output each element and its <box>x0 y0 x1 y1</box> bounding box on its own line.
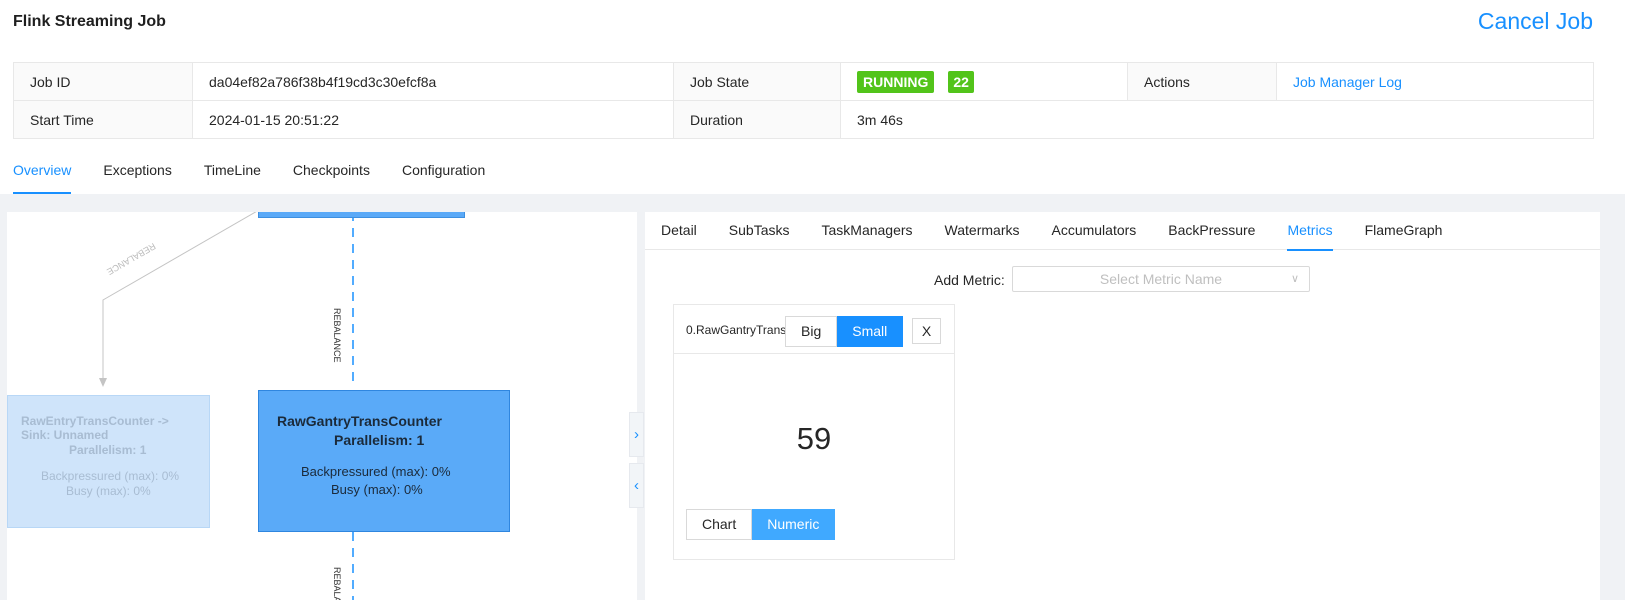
actions-label: Actions <box>1127 62 1277 101</box>
tab-watermarks[interactable]: Watermarks <box>945 212 1020 250</box>
vertex-tabs: Detail SubTasks TaskManagers Watermarks … <box>645 212 1600 251</box>
node-busy: Busy (max): 0% <box>66 484 151 498</box>
job-title: Flink Streaming Job <box>13 13 166 30</box>
view-toggle: Chart Numeric <box>686 509 836 540</box>
size-toggle: Big Small <box>785 316 904 347</box>
node-name: RawGantryTransCounter <box>277 413 442 429</box>
tab-subtasks[interactable]: SubTasks <box>729 212 790 250</box>
tab-checkpoints[interactable]: Checkpoints <box>293 158 370 194</box>
tab-timeline[interactable]: TimeLine <box>204 158 261 194</box>
job-state-cell: RUNNING 22 <box>840 62 1128 101</box>
node-parallelism: Parallelism: 1 <box>69 443 147 457</box>
metric-card-header: 0.RawGantryTransCounter Big Small X <box>674 305 954 354</box>
start-time-label: Start Time <box>13 100 193 139</box>
tab-accumulators[interactable]: Accumulators <box>1051 212 1136 250</box>
tab-overview[interactable]: Overview <box>13 158 72 194</box>
job-id-label: Job ID <box>13 62 193 101</box>
chevron-right-icon[interactable]: › <box>629 412 644 457</box>
duration-label: Duration <box>673 100 841 139</box>
tab-detail[interactable]: Detail <box>661 212 697 250</box>
node-parallelism: Parallelism: 1 <box>334 432 425 448</box>
tab-taskmanagers[interactable]: TaskManagers <box>822 212 913 250</box>
close-metric-button[interactable]: X <box>912 318 941 344</box>
job-header: Flink Streaming Job Cancel Job <box>0 0 1625 54</box>
job-id-value: da04ef82a786f38b4f19cd3c30efcf8a <box>192 62 674 101</box>
metric-card: 0.RawGantryTransCounter Big Small X 59 C… <box>673 304 955 560</box>
metric-name-select[interactable]: Select Metric Name ∨ <box>1012 266 1310 292</box>
tab-configuration[interactable]: Configuration <box>402 158 485 194</box>
select-placeholder: Select Metric Name <box>1099 271 1223 287</box>
upstream-node[interactable] <box>258 212 465 218</box>
edge-label-rebalance: REBALANCE <box>332 308 342 363</box>
graph-node-selected[interactable]: RawGantryTransCounter Parallelism: 1 Bac… <box>258 390 510 532</box>
node-backpressured: Backpressured (max): 0% <box>41 469 180 483</box>
arrow-icon <box>99 378 107 387</box>
metric-card-title: 0.RawGantryTransCounter <box>686 323 796 337</box>
job-graph-canvas[interactable]: REBALANCE REBALANCE REBALANCE RawEntryTr… <box>7 212 637 600</box>
chevron-left-icon[interactable]: ‹ <box>629 463 644 508</box>
start-time-value: 2024-01-15 20:51:22 <box>192 100 674 139</box>
status-badge: RUNNING <box>857 70 935 93</box>
node-name: RawEntryTransCounter -> Sink: Unnamed <box>21 414 169 442</box>
small-button[interactable]: Small <box>837 316 904 347</box>
job-info-table: Job ID da04ef82a786f38b4f19cd3c30efcf8a … <box>13 62 1594 139</box>
tab-metrics[interactable]: Metrics <box>1287 212 1333 251</box>
chart-button[interactable]: Chart <box>686 509 753 540</box>
tab-backpressure[interactable]: BackPressure <box>1168 212 1255 250</box>
actions-cell: Job Manager Log <box>1276 62 1594 101</box>
job-state-label: Job State <box>673 62 841 101</box>
big-button[interactable]: Big <box>785 316 838 347</box>
numeric-button[interactable]: Numeric <box>752 509 836 540</box>
graph-node-faded[interactable]: RawEntryTransCounter -> Sink: Unnamed Pa… <box>7 395 210 528</box>
edge-label-bottom: REBALANCE <box>332 567 342 600</box>
tab-exceptions[interactable]: Exceptions <box>103 158 171 194</box>
duration-value: 3m 46s <box>840 100 1594 139</box>
metric-value: 59 <box>796 421 832 456</box>
vertex-detail-panel: Detail SubTasks TaskManagers Watermarks … <box>645 212 1600 600</box>
node-busy: Busy (max): 0% <box>331 482 423 497</box>
chevron-down-icon: ∨ <box>1290 273 1299 285</box>
add-metric-label: Add Metric: <box>934 272 1005 288</box>
job-tabs: Overview Exceptions TimeLine Checkpoints… <box>13 158 517 194</box>
job-manager-log-link[interactable]: Job Manager Log <box>1293 74 1402 90</box>
tab-flamegraph[interactable]: FlameGraph <box>1365 212 1443 250</box>
node-backpressured: Backpressured (max): 0% <box>301 464 451 479</box>
edge-faded <box>102 212 257 380</box>
cancel-job-button[interactable]: Cancel Job <box>1478 8 1593 35</box>
task-count-badge: 22 <box>948 70 974 93</box>
